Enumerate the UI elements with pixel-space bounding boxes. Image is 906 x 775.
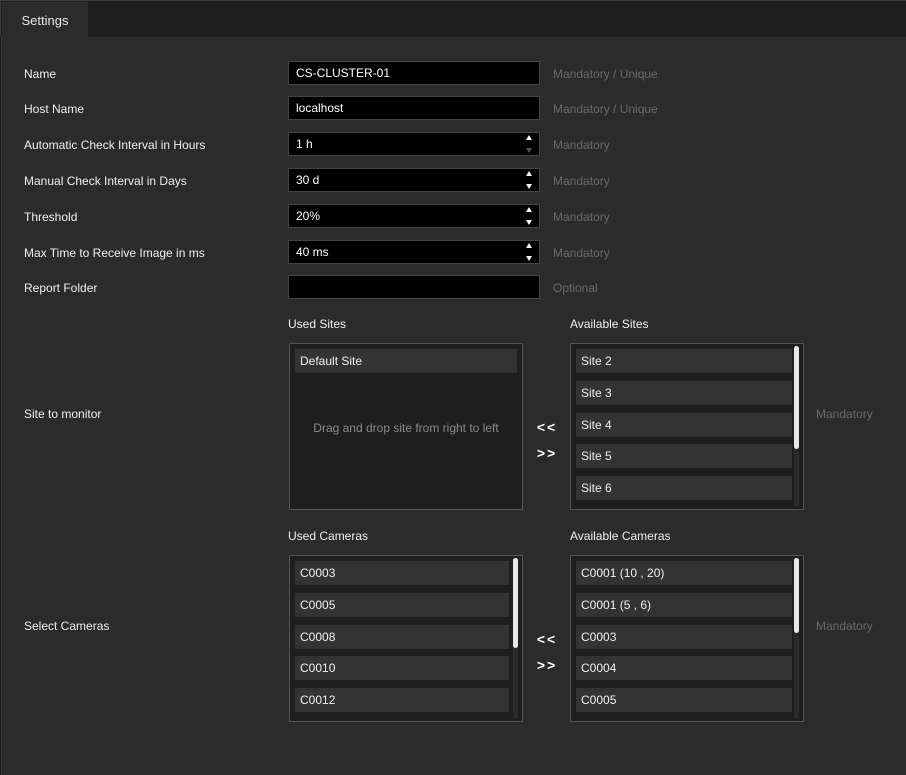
auto-interval-spin[interactable] — [525, 135, 533, 153]
manual-interval-value: 30 d — [296, 173, 320, 187]
report-folder-input[interactable] — [288, 275, 540, 299]
threshold-spin[interactable] — [525, 207, 533, 225]
list-item[interactable]: C0001 (10 , 20) — [576, 561, 792, 585]
move-left-button[interactable]: << — [534, 632, 560, 646]
auto-interval-stepper[interactable]: 1 h — [288, 132, 540, 156]
move-right-button[interactable]: >> — [534, 658, 560, 672]
available-sites-label: Available Sites — [570, 317, 649, 331]
site-to-monitor-hint: Mandatory — [816, 407, 873, 421]
auto-interval-value: 1 h — [296, 137, 313, 151]
increment-icon[interactable] — [526, 207, 532, 212]
auto-interval-hint: Mandatory — [553, 138, 610, 152]
list-item[interactable]: Site 6 — [576, 476, 792, 500]
increment-icon[interactable] — [526, 135, 532, 140]
max-time-spin[interactable] — [525, 243, 533, 261]
auto-interval-label: Automatic Check Interval in Hours — [24, 138, 206, 152]
move-right-button[interactable]: >> — [534, 446, 560, 460]
host-name-hint: Mandatory / Unique — [553, 102, 658, 116]
list-item[interactable]: Default Site — [295, 349, 517, 373]
available-sites-list[interactable]: Site 2 Site 3 Site 4 Site 5 Site 6 — [570, 343, 804, 510]
name-hint: Mandatory / Unique — [553, 67, 658, 81]
report-folder-hint: Optional — [553, 281, 598, 295]
host-name-label: Host Name — [24, 102, 85, 116]
tab-bar: Settings — [0, 0, 906, 38]
increment-icon[interactable] — [526, 243, 532, 248]
used-cameras-label: Used Cameras — [288, 529, 369, 543]
threshold-label: Threshold — [24, 210, 78, 224]
list-item[interactable]: C0005 — [295, 593, 509, 617]
threshold-hint: Mandatory — [553, 210, 610, 224]
threshold-value: 20% — [296, 209, 321, 223]
threshold-stepper[interactable]: 20% — [288, 204, 540, 228]
tab-settings[interactable]: Settings — [2, 2, 88, 38]
decrement-icon[interactable] — [526, 184, 532, 189]
decrement-icon[interactable] — [526, 220, 532, 225]
name-input[interactable]: CS-CLUSTER-01 — [288, 61, 540, 85]
used-sites-label: Used Sites — [288, 317, 347, 331]
list-item[interactable]: C0012 — [295, 688, 509, 712]
select-cameras-hint: Mandatory — [816, 619, 873, 633]
name-label: Name — [24, 67, 57, 81]
list-item[interactable]: C0001 (5 , 6) — [576, 593, 792, 617]
site-to-monitor-label: Site to monitor — [24, 407, 102, 421]
manual-interval-hint: Mandatory — [553, 174, 610, 188]
list-item[interactable]: C0008 — [295, 625, 509, 649]
list-item[interactable]: Site 5 — [576, 444, 792, 468]
manual-interval-label: Manual Check Interval in Days — [24, 174, 187, 188]
max-time-value: 40 ms — [296, 245, 329, 259]
decrement-icon[interactable] — [526, 148, 532, 153]
available-cameras-list[interactable]: C0001 (10 , 20) C0001 (5 , 6) C0003 C000… — [570, 555, 804, 722]
max-time-stepper[interactable]: 40 ms — [288, 240, 540, 264]
report-folder-label: Report Folder — [24, 281, 98, 295]
increment-icon[interactable] — [526, 171, 532, 176]
list-item[interactable]: C0010 — [295, 656, 509, 680]
max-time-label: Max Time to Receive Image in ms — [24, 246, 205, 260]
list-item[interactable]: Site 3 — [576, 381, 792, 405]
list-item[interactable]: C0004 — [576, 656, 792, 680]
list-item[interactable]: C0005 — [576, 688, 792, 712]
move-left-button[interactable]: << — [534, 420, 560, 434]
scrollbar-thumb[interactable] — [513, 558, 518, 648]
list-item[interactable]: Site 4 — [576, 413, 792, 437]
host-name-input[interactable]: localhost — [288, 96, 540, 120]
used-sites-list[interactable]: Default Site Drag and drop site from rig… — [289, 343, 523, 510]
select-cameras-label: Select Cameras — [24, 619, 110, 633]
available-cameras-label: Available Cameras — [570, 529, 671, 543]
list-item[interactable]: C0003 — [576, 625, 792, 649]
max-time-hint: Mandatory — [553, 246, 610, 260]
scrollbar-thumb[interactable] — [794, 558, 799, 633]
scrollbar-thumb[interactable] — [794, 346, 799, 449]
decrement-icon[interactable] — [526, 256, 532, 261]
list-item[interactable]: Site 2 — [576, 349, 792, 373]
list-item[interactable]: C0003 — [295, 561, 509, 585]
manual-interval-spin[interactable] — [525, 171, 533, 189]
used-cameras-list[interactable]: C0003 C0005 C0008 C0010 C0012 — [289, 555, 523, 722]
drop-hint: Drag and drop site from right to left — [313, 421, 499, 435]
manual-interval-stepper[interactable]: 30 d — [288, 168, 540, 192]
